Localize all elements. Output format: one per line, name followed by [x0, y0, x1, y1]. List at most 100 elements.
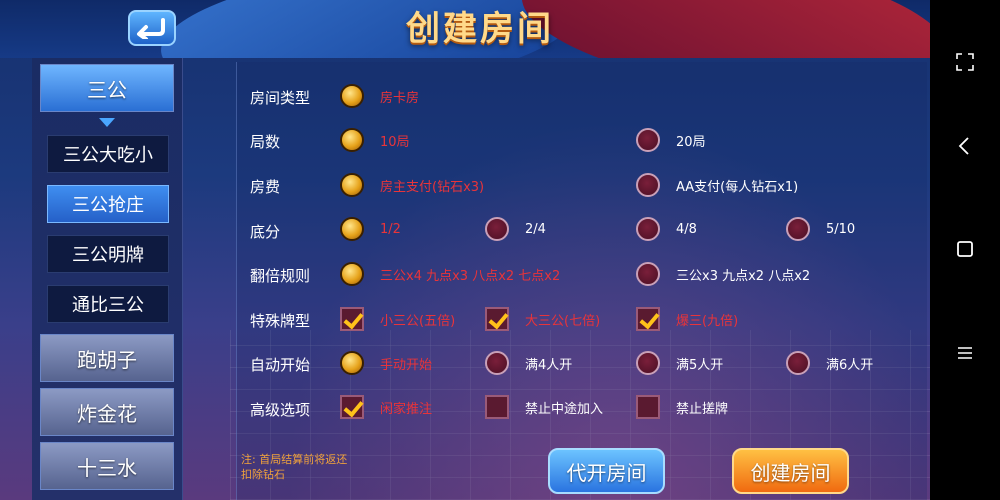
option-label: 10局 [380, 134, 410, 150]
proxy-open-room-button[interactable]: 代开房间 [548, 448, 665, 494]
game-background: 创建房间 三公 三公大吃小 三公抢庄 三公明牌 通比三公 跑胡子 炸金花 十三水… [0, 0, 930, 500]
checkbox-checked-icon [636, 307, 660, 331]
option-base-5-10[interactable]: 5/10 [786, 217, 855, 241]
option-label: 三公x4 九点x3 八点x2 七点x2 [380, 268, 561, 284]
subitem-label: 三公大吃小 [63, 145, 153, 166]
radio-selected-icon [340, 84, 364, 108]
option-label: 满6人开 [826, 357, 874, 373]
radio-unselected-icon [636, 173, 660, 197]
option-rounds-20[interactable]: 20局 [636, 128, 706, 152]
radio-unselected-icon [485, 217, 509, 241]
category-shisanshui[interactable]: 十三水 [40, 442, 174, 490]
option-manual-start[interactable]: 手动开始 [340, 351, 432, 375]
option-base-1-2[interactable]: 1/2 [340, 217, 401, 241]
option-owner-pays[interactable]: 房主支付(钻石x3) [340, 173, 484, 197]
option-label: 三公x3 九点x2 八点x2 [676, 268, 811, 284]
option-label: AA支付(每人钻石x1) [676, 179, 799, 195]
label-double-rule: 翻倍规则 [250, 267, 311, 285]
label-room-type: 房间类型 [250, 89, 311, 107]
option-small-sangong[interactable]: 小三公(五倍) [340, 307, 455, 331]
android-nav-bar [930, 0, 1000, 500]
page-title: 创建房间 [406, 9, 554, 49]
create-room-button[interactable]: 创建房间 [732, 448, 849, 494]
option-start-6[interactable]: 满6人开 [786, 351, 873, 375]
radio-selected-icon [340, 262, 364, 286]
radio-unselected-icon [636, 262, 660, 286]
option-label: 闲家推注 [380, 401, 433, 417]
subitem-label: 三公明牌 [72, 245, 144, 266]
category-label: 炸金花 [77, 401, 137, 426]
option-label: 房主支付(钻石x3) [380, 179, 485, 195]
radio-unselected-icon [636, 351, 660, 375]
subitem-tongbi-sangong[interactable]: 通比三公 [47, 285, 169, 323]
option-base-4-8[interactable]: 4/8 [636, 217, 697, 241]
category-zhajinhua[interactable]: 炸金花 [40, 388, 174, 436]
option-label: 禁止中途加入 [525, 401, 604, 417]
option-label: 满5人开 [676, 357, 724, 373]
category-label: 三公 [87, 77, 127, 102]
label-base-score: 底分 [250, 223, 281, 241]
back-button[interactable] [128, 10, 176, 46]
option-label: 爆三(九倍) [676, 313, 739, 329]
option-big-sangong[interactable]: 大三公(七倍) [485, 307, 600, 331]
diamond-refund-note: 注: 首局结算前将返还扣除钻石 [241, 453, 348, 481]
option-bao-san[interactable]: 爆三(九倍) [636, 307, 738, 331]
button-label: 代开房间 [566, 460, 647, 485]
subitem-sangong-mingpai[interactable]: 三公明牌 [47, 235, 169, 273]
option-start-5[interactable]: 满5人开 [636, 351, 723, 375]
radio-unselected-icon [485, 351, 509, 375]
option-label: 手动开始 [380, 357, 433, 373]
option-label: 小三公(五倍) [380, 313, 456, 329]
option-label: 大三公(七倍) [525, 313, 601, 329]
checkbox-checked-icon [340, 395, 364, 419]
option-label: 2/4 [525, 221, 546, 237]
subitem-label: 三公抢庄 [72, 195, 144, 216]
radio-unselected-icon [636, 128, 660, 152]
nav-menu-icon[interactable] [955, 343, 975, 363]
category-sangong[interactable]: 三公 [40, 64, 174, 112]
label-rounds: 局数 [250, 133, 281, 151]
option-base-2-4[interactable]: 2/4 [485, 217, 546, 241]
option-start-4[interactable]: 满4人开 [485, 351, 572, 375]
option-label: 1/2 [380, 221, 401, 237]
option-double-rule-a[interactable]: 三公x4 九点x3 八点x2 七点x2 [340, 262, 560, 286]
option-label: 满4人开 [525, 357, 573, 373]
radio-unselected-icon [786, 351, 810, 375]
radio-selected-icon [340, 173, 364, 197]
expand-caret-icon [99, 118, 115, 127]
subitem-sangong-qiangzhuang[interactable]: 三公抢庄 [47, 185, 169, 223]
radio-unselected-icon [636, 217, 660, 241]
option-no-squeeze[interactable]: 禁止搓牌 [636, 395, 728, 419]
checkbox-unchecked-icon [485, 395, 509, 419]
option-label: 房卡房 [380, 90, 420, 106]
option-aa-pays[interactable]: AA支付(每人钻石x1) [636, 173, 798, 197]
option-label: 20局 [676, 134, 706, 150]
nav-back-icon[interactable] [955, 136, 975, 156]
radio-selected-icon [340, 128, 364, 152]
category-label: 十三水 [77, 455, 137, 480]
option-no-midway-join[interactable]: 禁止中途加入 [485, 395, 603, 419]
option-room-card[interactable]: 房卡房 [340, 84, 419, 108]
radio-selected-icon [340, 217, 364, 241]
category-paohuzi[interactable]: 跑胡子 [40, 334, 174, 382]
back-arrow-icon [137, 18, 165, 39]
header-bar: 创建房间 [0, 0, 930, 58]
radio-unselected-icon [786, 217, 810, 241]
button-label: 创建房间 [750, 460, 831, 485]
option-double-rule-b[interactable]: 三公x3 九点x2 八点x2 [636, 262, 810, 286]
label-advanced: 高级选项 [250, 401, 311, 419]
label-room-fee: 房费 [250, 178, 281, 196]
label-auto-start: 自动开始 [250, 356, 311, 374]
option-label: 禁止搓牌 [676, 401, 729, 417]
subitem-sangong-dachixiao[interactable]: 三公大吃小 [47, 135, 169, 173]
nav-home-icon[interactable] [955, 239, 975, 259]
fullscreen-icon[interactable] [955, 52, 975, 72]
label-special-hands: 特殊牌型 [250, 312, 311, 330]
header-ribbon-red [513, 0, 930, 58]
category-label: 跑胡子 [77, 347, 137, 372]
option-player-push[interactable]: 闲家推注 [340, 395, 432, 419]
checkbox-checked-icon [485, 307, 509, 331]
option-rounds-10[interactable]: 10局 [340, 128, 410, 152]
option-label: 5/10 [826, 221, 856, 237]
option-label: 4/8 [676, 221, 697, 237]
